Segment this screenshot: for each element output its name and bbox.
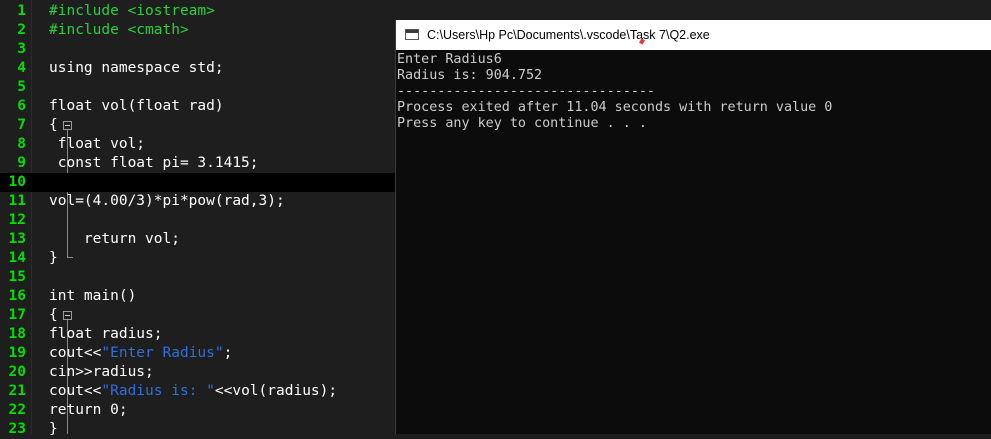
code-text: return 0;: [49, 401, 128, 420]
code-text: cin>>radius;: [49, 363, 154, 382]
code-token: cout<<: [49, 345, 102, 361]
code-text: float vol(float rad): [49, 97, 224, 116]
code-text: int main(): [49, 287, 136, 306]
line-number: 4: [17, 60, 26, 76]
console-window[interactable]: C:\Users\Hp Pc\Documents\.vscode\Task 7\…: [395, 20, 991, 434]
line-number: 8: [17, 136, 26, 152]
console-titlebar[interactable]: C:\Users\Hp Pc\Documents\.vscode\Task 7\…: [396, 20, 991, 50]
string-literal: "Radius is: ": [101, 383, 215, 399]
line-number: 1: [17, 3, 26, 19]
code-text: cout<<"Enter Radius";: [49, 344, 232, 363]
console-output-line: Enter Radius6: [397, 52, 502, 67]
line-number: 19: [8, 345, 26, 361]
code-token: return 0;: [49, 402, 128, 418]
console-app-icon: [405, 29, 419, 40]
line-number: 15: [8, 269, 26, 285]
line-number: 13: [8, 231, 26, 247]
line-number: 18: [8, 326, 26, 342]
console-title: C:\Users\Hp Pc\Documents\.vscode\Task 7\…: [427, 28, 710, 42]
code-text: }: [49, 249, 58, 268]
line-number: 20: [8, 364, 26, 380]
code-token: float radius;: [49, 326, 163, 342]
console-output: Enter Radius6 Radius is: 904.752 ---------…: [397, 52, 832, 132]
code-text: return vol;: [49, 230, 180, 249]
line-number: 5: [17, 79, 26, 95]
line-number: 22: [8, 402, 26, 418]
string-literal: "Enter Radius": [101, 345, 224, 361]
code-token: cout<<: [49, 383, 102, 399]
code-token: vol=(4.00/3)*pi*pow(rad,3);: [49, 193, 285, 209]
line-number: 9: [17, 155, 26, 171]
code-token: using namespace std;: [49, 60, 224, 76]
code-token: float vol(float rad): [49, 98, 224, 114]
code-text: float radius;: [49, 325, 163, 344]
code-text: const float pi= 3.1415;: [49, 154, 259, 173]
console-output-line: --------------------------------: [397, 84, 655, 99]
code-token: const float pi= 3.1415;: [49, 155, 259, 171]
console-output-line: Process exited after 11.04 seconds with …: [397, 100, 833, 115]
code-token: }: [49, 250, 58, 266]
console-output-line: Radius is: 904.752: [397, 68, 543, 83]
code-text: #include <iostream>: [49, 2, 215, 21]
preprocessor-directive: #include <iostream>: [49, 3, 215, 19]
code-text: {: [49, 306, 58, 325]
line-number: 14: [8, 250, 26, 266]
line-number: 12: [8, 212, 26, 228]
line-number: 11: [8, 193, 26, 209]
code-token: int main(): [49, 288, 137, 304]
code-token: }: [49, 421, 58, 437]
code-token: float vol;: [49, 136, 146, 152]
code-text: using namespace std;: [49, 59, 224, 78]
code-token: cin>>radius;: [49, 364, 154, 380]
code-line[interactable]: 1 #include <iostream>: [0, 2, 991, 21]
line-number: 17: [8, 307, 26, 323]
code-text: #include <cmath>: [49, 21, 189, 40]
code-text: {: [49, 116, 58, 135]
code-token: <<vol(radius);: [214, 383, 338, 399]
line-number: 10: [8, 174, 26, 190]
code-token: {: [49, 117, 58, 133]
code-token: {: [49, 307, 58, 323]
code-text: vol=(4.00/3)*pi*pow(rad,3);: [49, 192, 285, 211]
line-number: 6: [17, 98, 26, 114]
code-text: cout<<"Radius is: "<<vol(radius);: [49, 382, 337, 401]
code-token: return vol;: [49, 231, 180, 247]
line-number: 23: [8, 421, 26, 437]
line-number: 7: [17, 117, 26, 133]
code-text: }: [49, 420, 58, 439]
line-number: 16: [8, 288, 26, 304]
preprocessor-directive: #include <cmath>: [49, 22, 189, 38]
code-text: float vol;: [49, 135, 145, 154]
line-number: 3: [17, 41, 26, 57]
console-output-line: Press any key to continue . . .: [397, 116, 647, 131]
line-number: 21: [8, 383, 26, 399]
line-number: 2: [17, 22, 26, 38]
code-token: ;: [223, 345, 233, 361]
